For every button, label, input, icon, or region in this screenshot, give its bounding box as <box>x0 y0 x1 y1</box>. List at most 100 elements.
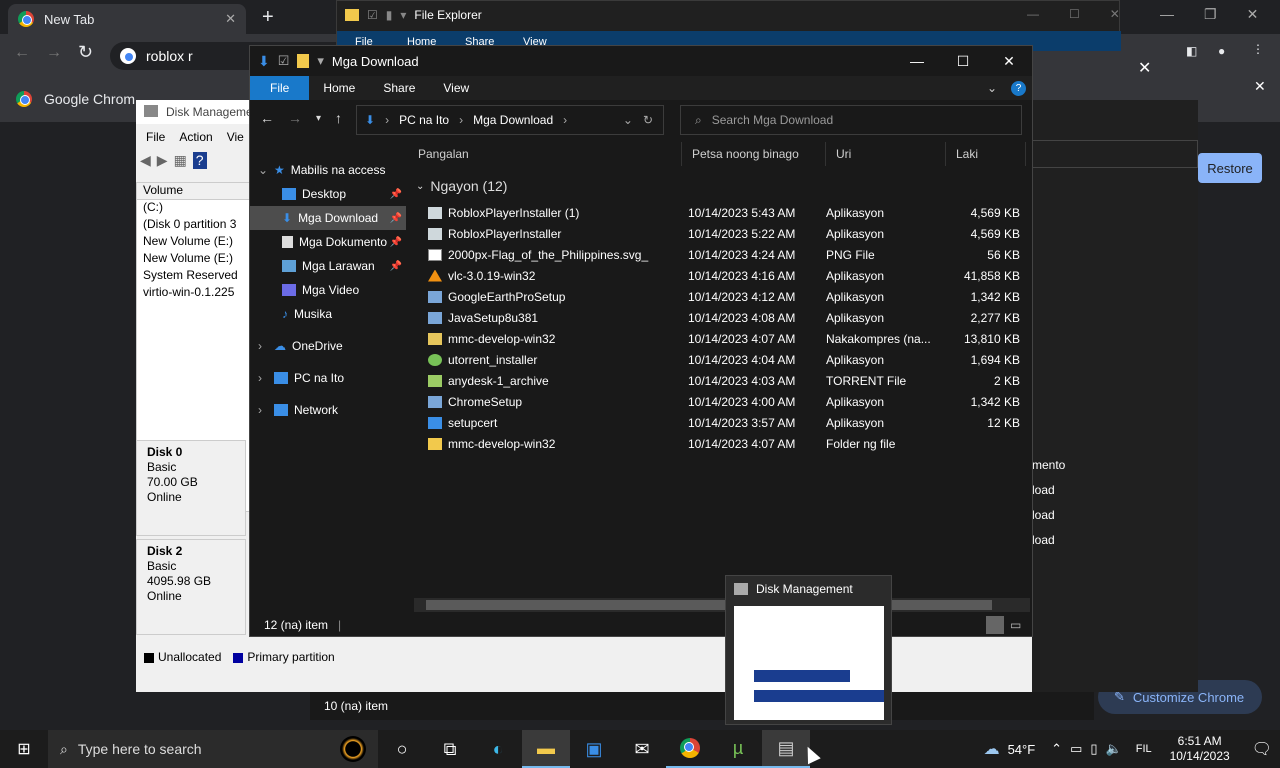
minimize-icon[interactable]: — <box>1160 6 1174 23</box>
chevron-down-icon[interactable]: ⌄ <box>623 113 633 127</box>
menu-view[interactable]: Vie <box>227 130 244 144</box>
network-icon[interactable]: ▯ <box>1090 741 1097 757</box>
details-view-icon[interactable] <box>986 616 1004 634</box>
list-item[interactable]: (C:) <box>137 200 253 217</box>
mail-button[interactable]: ✉ <box>618 730 666 768</box>
table-row[interactable]: mmc-develop-win32 10/14/2023 4:07 AM Nakak… <box>428 328 1028 349</box>
start-button[interactable]: ⊞ <box>0 730 48 768</box>
table-row[interactable]: vlc-3.0.19-win32 10/14/2023 4:16 AM Aplika… <box>428 265 1028 286</box>
disk-info[interactable]: Disk 0 Basic 70.00 GB Online <box>136 440 246 536</box>
store-button[interactable]: ▣ <box>570 730 618 768</box>
sidepanel-icon[interactable]: ◧ <box>1186 44 1197 58</box>
chrome-tab[interactable]: New Tab ✕ <box>8 4 246 34</box>
table-row[interactable]: mmc-develop-win32 10/14/2023 4:07 AM Folde… <box>428 433 1028 454</box>
search-input[interactable]: ⌕ Search Mga Download <box>680 105 1022 135</box>
disk-info[interactable]: Disk 2 Basic 4095.98 GB Online <box>136 539 246 635</box>
profile-icon[interactable]: ● <box>1218 44 1225 58</box>
recent-icon[interactable]: ▾ <box>316 113 321 126</box>
right-search-field[interactable] <box>1032 140 1198 168</box>
forward-icon[interactable]: ▶ <box>157 152 168 169</box>
file-explorer-window[interactable]: ⬇ ☑ ▾ Mga Download — ☐ ✕ File Home Share… <box>249 45 1033 637</box>
close-icon[interactable]: ✕ <box>1138 58 1151 78</box>
chevron-right-icon[interactable]: › <box>258 371 274 385</box>
meet-icon[interactable]: ▭ <box>1070 741 1082 757</box>
chevron-up-icon[interactable]: ⌃ <box>1051 741 1062 757</box>
cortana-button[interactable]: ○ <box>378 730 426 768</box>
table-row[interactable]: setupcert 10/14/2023 3:57 AM Aplikasyon 12 … <box>428 412 1028 433</box>
group-header[interactable]: ⌄ Ngayon (12) <box>416 178 507 194</box>
table-row[interactable]: RobloxPlayerInstaller (1) 10/14/2023 5:43… <box>428 202 1028 223</box>
list-item[interactable]: New Volume (E:) <box>137 251 253 268</box>
ribbon-home-tab[interactable]: Home <box>309 76 369 100</box>
nav-onedrive[interactable]: › ☁ OneDrive <box>250 334 406 358</box>
chevron-down-icon[interactable]: ⌄ <box>258 163 274 177</box>
ribbon-share-tab[interactable]: Share <box>369 76 429 100</box>
edge-button[interactable]: ◐ <box>474 730 522 768</box>
restore-button[interactable]: Restore <box>1198 153 1262 183</box>
nav-music[interactable]: ♪ Musika <box>250 302 406 326</box>
nav-this-pc[interactable]: › PC na Ito <box>250 366 406 390</box>
task-view-button[interactable]: ⧉ <box>426 730 474 768</box>
close-icon[interactable]: ✕ <box>1247 6 1259 23</box>
column-type[interactable]: Uri <box>826 142 946 166</box>
close-icon[interactable]: ✕ <box>225 11 236 27</box>
horizontal-scrollbar[interactable] <box>414 598 1030 612</box>
table-row[interactable]: ChromeSetup 10/14/2023 4:00 AM Aplikasyon 1… <box>428 391 1028 412</box>
clock[interactable]: 6:51 AM 10/14/2023 <box>1170 734 1230 764</box>
ribbon-view-tab[interactable]: View <box>429 76 483 100</box>
language-indicator[interactable]: FIL <box>1136 743 1152 755</box>
close-icon[interactable]: ✕ <box>1110 7 1120 21</box>
scrollbar-thumb[interactable] <box>426 600 992 610</box>
help-icon[interactable]: ? <box>1011 80 1026 96</box>
maximize-icon[interactable]: ❐ <box>1204 6 1217 23</box>
list-item[interactable]: (Disk 0 partition 3 <box>137 217 253 234</box>
nav-documents[interactable]: Mga Dokumento 📌 <box>250 230 406 254</box>
table-row[interactable]: anydesk-1_archive 10/14/2023 4:03 AM TORRE… <box>428 370 1028 391</box>
ribbon-file-tab[interactable]: File <box>250 76 310 100</box>
close-icon[interactable]: ✕ <box>1254 78 1266 95</box>
chevron-right-icon[interactable]: › <box>258 403 274 417</box>
search-box[interactable]: ⌕ Type here to search <box>48 730 378 768</box>
forward-icon[interactable]: → <box>46 44 62 62</box>
taskbar-thumbnail[interactable]: Disk Management <box>725 575 892 725</box>
utorrent-button[interactable]: µ <box>714 730 762 768</box>
column-date[interactable]: Petsa noong binago <box>682 142 826 166</box>
maximize-icon[interactable]: ☐ <box>940 46 986 76</box>
temperature[interactable]: 54°F <box>1008 742 1036 757</box>
table-row[interactable]: 2000px-Flag_of_the_Philippines.svg_ 10/14… <box>428 244 1028 265</box>
nav-quick-access[interactable]: ⌄ ★ Mabilis na access <box>250 158 406 182</box>
menu-file[interactable]: File <box>146 130 165 144</box>
nav-desktop[interactable]: Desktop 📌 <box>250 182 406 206</box>
list-item[interactable]: virtio-win-0.1.225 <box>137 285 253 302</box>
column-size[interactable]: Laki <box>946 142 1026 166</box>
maximize-icon[interactable]: ☐ <box>1069 7 1080 21</box>
breadcrumb-item[interactable]: PC na Ito <box>399 113 449 127</box>
chrome-button[interactable] <box>666 730 714 768</box>
refresh-icon[interactable]: ↻ <box>643 113 653 127</box>
volume-column-header[interactable]: Volume <box>137 183 253 200</box>
help-icon[interactable]: ? <box>192 152 207 169</box>
up-icon[interactable]: ↑ <box>335 110 342 126</box>
reload-icon[interactable]: ↻ <box>78 42 93 63</box>
back-icon[interactable]: ← <box>14 44 30 62</box>
forward-icon[interactable]: → <box>288 110 302 126</box>
new-folder-icon[interactable] <box>297 54 310 68</box>
nav-downloads[interactable]: ⬇ Mga Download 📌 <box>250 206 406 230</box>
menu-action[interactable]: Action <box>179 130 212 144</box>
file-explorer-button[interactable]: ▬ <box>522 730 570 768</box>
nav-videos[interactable]: Mga Video <box>250 278 406 302</box>
bookmark-item[interactable]: Google Chrom <box>44 91 135 107</box>
back-icon[interactable]: ◀ <box>140 152 151 169</box>
weather-icon[interactable]: ☁ <box>984 739 1000 759</box>
column-name[interactable]: Pangalan <box>408 142 682 166</box>
nav-network[interactable]: › Network <box>250 398 406 422</box>
list-item[interactable]: System Reserved <box>137 268 253 285</box>
back-icon[interactable]: ← <box>260 110 274 126</box>
table-row[interactable]: utorrent_installer 10/14/2023 4:04 AM Apli… <box>428 349 1028 370</box>
notification-icon[interactable]: 🗨 <box>1252 739 1272 759</box>
close-icon[interactable]: ✕ <box>986 46 1032 76</box>
list-icon[interactable]: ▦ <box>174 152 187 169</box>
volume-icon[interactable]: 🔈 <box>1106 741 1122 757</box>
new-tab-icon[interactable]: + <box>262 6 274 29</box>
table-row[interactable]: GoogleEarthProSetup 10/14/2023 4:12 AM Apl… <box>428 286 1028 307</box>
